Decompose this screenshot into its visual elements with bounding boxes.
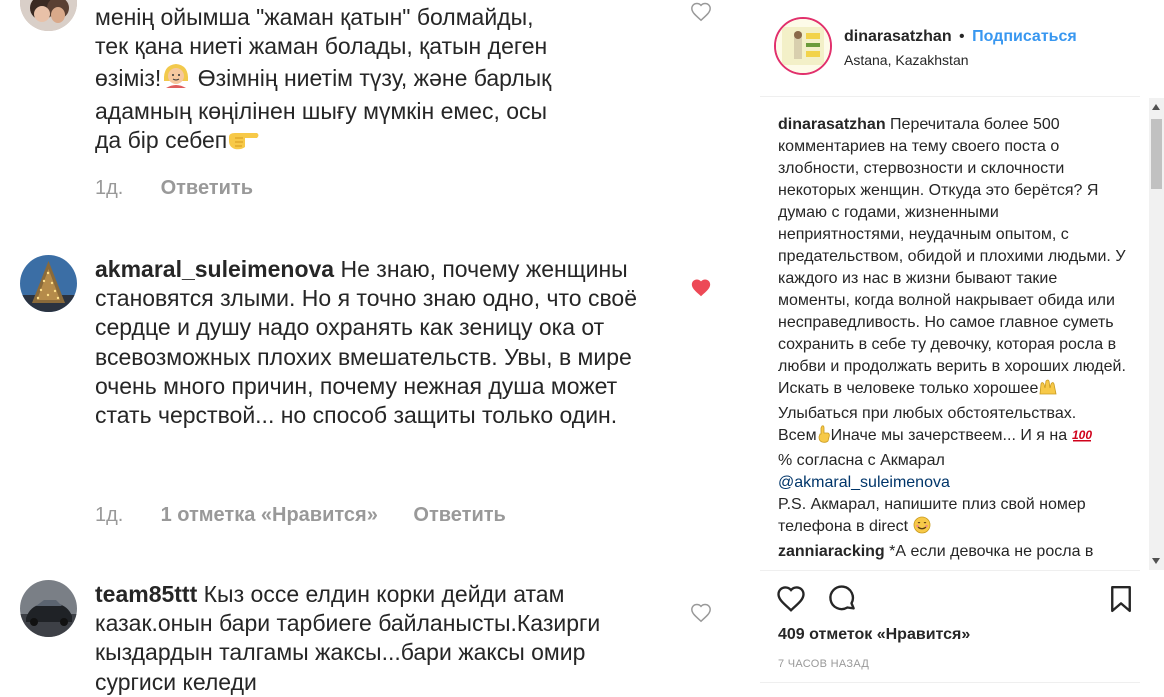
divider [760, 570, 1140, 571]
post-actions [776, 584, 1136, 616]
divider [760, 682, 1140, 683]
comments-panel: менің ойымша "жаман қатын" болмайды, тек… [0, 0, 745, 697]
comment-likes-count[interactable]: 1 отметка «Нравится» [161, 504, 378, 526]
caption-text: Всем [778, 427, 817, 444]
post-username[interactable]: dinarasatzhan [844, 28, 952, 45]
caption-mention-link[interactable]: @akmaral_suleimenova [778, 474, 950, 491]
scroll-up-arrow-icon[interactable] [1152, 104, 1160, 110]
comment-text-line: менің ойымша "жаман қатын" болмайды, [95, 4, 534, 30]
caption-text: P.S. Акмарал, напишите плиз свой номер т… [778, 496, 1086, 535]
caption-text: Перечитала более 500 комментариев на тем… [778, 116, 1126, 375]
woman-emoji-icon [161, 61, 191, 96]
heart-outline-icon[interactable] [776, 584, 806, 614]
comment-body: akmaral_suleimenova Не знаю, почему женщ… [95, 255, 655, 430]
heart-outline-icon[interactable] [690, 1, 712, 23]
caption-text: Искать в человеке только хорошее [778, 380, 1039, 397]
smiling-face-emoji-icon [913, 516, 931, 541]
reply-button[interactable]: Ответить [413, 504, 505, 526]
avatar[interactable] [20, 0, 77, 31]
separator-dot: • [959, 28, 965, 45]
avatar[interactable] [20, 580, 77, 637]
pointing-up-emoji-icon [817, 425, 831, 450]
post-location[interactable]: Astana, Kazakhstan [844, 52, 969, 68]
follow-button[interactable]: Подписаться [972, 28, 1077, 45]
next-comment-text: *А если девочка не росла в [889, 543, 1094, 560]
caption-username[interactable]: dinarasatzhan [778, 116, 886, 133]
post-sidebar: dinarasatzhan • Подписаться Astana, Kaza… [760, 0, 1164, 697]
comment-body: team85ttt Кыз оссе елдин корки дейди ата… [95, 580, 655, 697]
post-likes-count[interactable]: 409 отметок «Нравится» [778, 626, 970, 644]
scroll-thumb[interactable] [1151, 119, 1162, 189]
bookmark-icon[interactable] [1106, 584, 1136, 614]
comment-meta: 1д. 1 отметка «Нравится» Ответить [95, 504, 506, 527]
raised-hands-emoji-icon [1038, 378, 1058, 403]
svg-text:100: 100 [1072, 428, 1092, 442]
caption-text: Иначе мы зачерствеем... И я на [830, 427, 1068, 444]
next-comment-username[interactable]: zanniaracking [778, 543, 885, 560]
caption-text: Улыбаться при любых обстоятельствах. [778, 405, 1077, 422]
speech-bubble-icon[interactable] [828, 584, 858, 614]
caption-text: % согласна с Акмарал [778, 452, 945, 469]
comment-body: менің ойымша "жаман қатын" болмайды, тек… [95, 3, 655, 158]
heart-outline-icon[interactable] [690, 602, 712, 624]
reply-button[interactable]: Ответить [161, 177, 253, 199]
post-author-line: dinarasatzhan • Подписаться [844, 28, 1077, 46]
comment-meta: 1д. Ответить [95, 177, 253, 200]
comment-text-line: тек қана ниеті жаман болады, қатын деген [95, 33, 548, 60]
pointing-hand-emoji-icon [227, 129, 261, 158]
comment-username[interactable]: akmaral_suleimenova [95, 256, 334, 282]
comment-text-line: да бір себеп [95, 126, 655, 158]
caption-scrollbar[interactable] [1149, 98, 1164, 570]
hundred-points-emoji-icon: 100 [1072, 427, 1094, 450]
author-avatar[interactable] [774, 17, 832, 75]
comment-text-line: өзіміз! Өзімнің ниетім түзу, және барлық [95, 61, 655, 96]
heart-filled-icon[interactable] [690, 277, 712, 299]
scroll-down-arrow-icon[interactable] [1152, 558, 1160, 564]
comment-time[interactable]: 1д. [95, 504, 155, 527]
post-caption[interactable]: dinarasatzhan Перечитала более 500 комме… [778, 114, 1128, 570]
post-timestamp[interactable]: 7 ЧАСОВ НАЗАД [778, 658, 869, 670]
comment-time[interactable]: 1д. [95, 177, 155, 200]
comment-username[interactable]: team85ttt [95, 581, 197, 607]
post-header: dinarasatzhan • Подписаться Astana, Kaza… [760, 0, 1140, 97]
avatar[interactable] [20, 255, 77, 312]
comment-text-line: адамның көңілінен шығу мүмкін емес, осы [95, 97, 548, 124]
